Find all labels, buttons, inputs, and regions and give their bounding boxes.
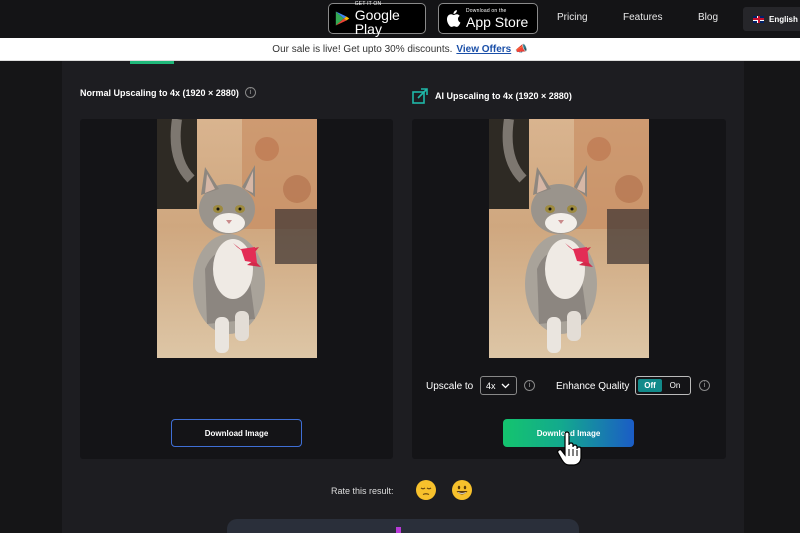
promo-banner: Our sale is live! Get upto 30% discounts… — [0, 38, 800, 61]
toggle-off-option[interactable]: Off — [638, 379, 662, 392]
rate-result-label: Rate this result: — [331, 486, 394, 496]
upscale-factor-select[interactable]: 4x — [480, 376, 517, 395]
nav-features[interactable]: Features — [623, 12, 662, 23]
normal-upscaling-title: Normal Upscaling to 4x (1920 × 2880) i — [80, 87, 256, 98]
google-play-small-text: GET IT ON — [354, 0, 382, 7]
view-offers-link[interactable]: View Offers — [456, 44, 511, 55]
language-selector[interactable]: English — [743, 7, 800, 31]
app-store-button[interactable]: Download on the App Store — [438, 3, 538, 34]
ai-upscaling-title-text: AI Upscaling to 4x (1920 × 2880) — [435, 90, 572, 101]
info-icon[interactable]: i — [244, 87, 256, 98]
nav-blog[interactable]: Blog — [698, 12, 718, 23]
smiling-face-icon[interactable] — [451, 479, 473, 501]
language-label: English — [769, 14, 798, 24]
google-play-button[interactable]: GET IT ON Google Play — [328, 0, 426, 37]
promo-text: Our sale is live! Get upto 30% discounts… — [272, 43, 453, 55]
app-store-text: App Store — [466, 13, 529, 30]
enhance-quality-toggle[interactable]: Off On — [635, 376, 691, 395]
decorative-mark — [396, 527, 401, 533]
normal-upscaling-title-text: Normal Upscaling to 4x (1920 × 2880) — [80, 87, 239, 98]
nav-pricing[interactable]: Pricing — [557, 12, 588, 23]
megaphone-icon: 📣 — [515, 43, 528, 55]
apple-icon — [446, 10, 461, 27]
google-play-icon — [335, 11, 350, 26]
upscale-info-icon[interactable]: i — [524, 380, 535, 391]
ai-upscaled-image — [489, 119, 649, 358]
enhance-quality-label: Enhance Quality — [556, 381, 630, 392]
google-play-text: Google Play — [354, 6, 400, 37]
next-section-card — [227, 519, 579, 533]
upscale-icon — [412, 88, 428, 104]
download-normal-button[interactable]: Download Image — [171, 419, 302, 447]
ai-upscaling-title: AI Upscaling to 4x (1920 × 2880) — [412, 87, 572, 104]
upscale-to-label: Upscale to — [426, 381, 474, 392]
enhance-info-icon[interactable]: i — [699, 380, 710, 391]
uk-flag-icon — [753, 15, 764, 23]
active-tab-indicator — [130, 61, 174, 64]
normal-upscaled-image — [157, 119, 317, 358]
app-store-small-text: Download on the — [466, 7, 507, 14]
hand-cursor-icon — [557, 431, 582, 466]
chevron-down-icon — [501, 383, 509, 388]
sad-face-icon[interactable] — [415, 479, 437, 501]
toggle-on-option[interactable]: On — [662, 381, 688, 390]
upscale-factor-value: 4x — [486, 380, 496, 391]
